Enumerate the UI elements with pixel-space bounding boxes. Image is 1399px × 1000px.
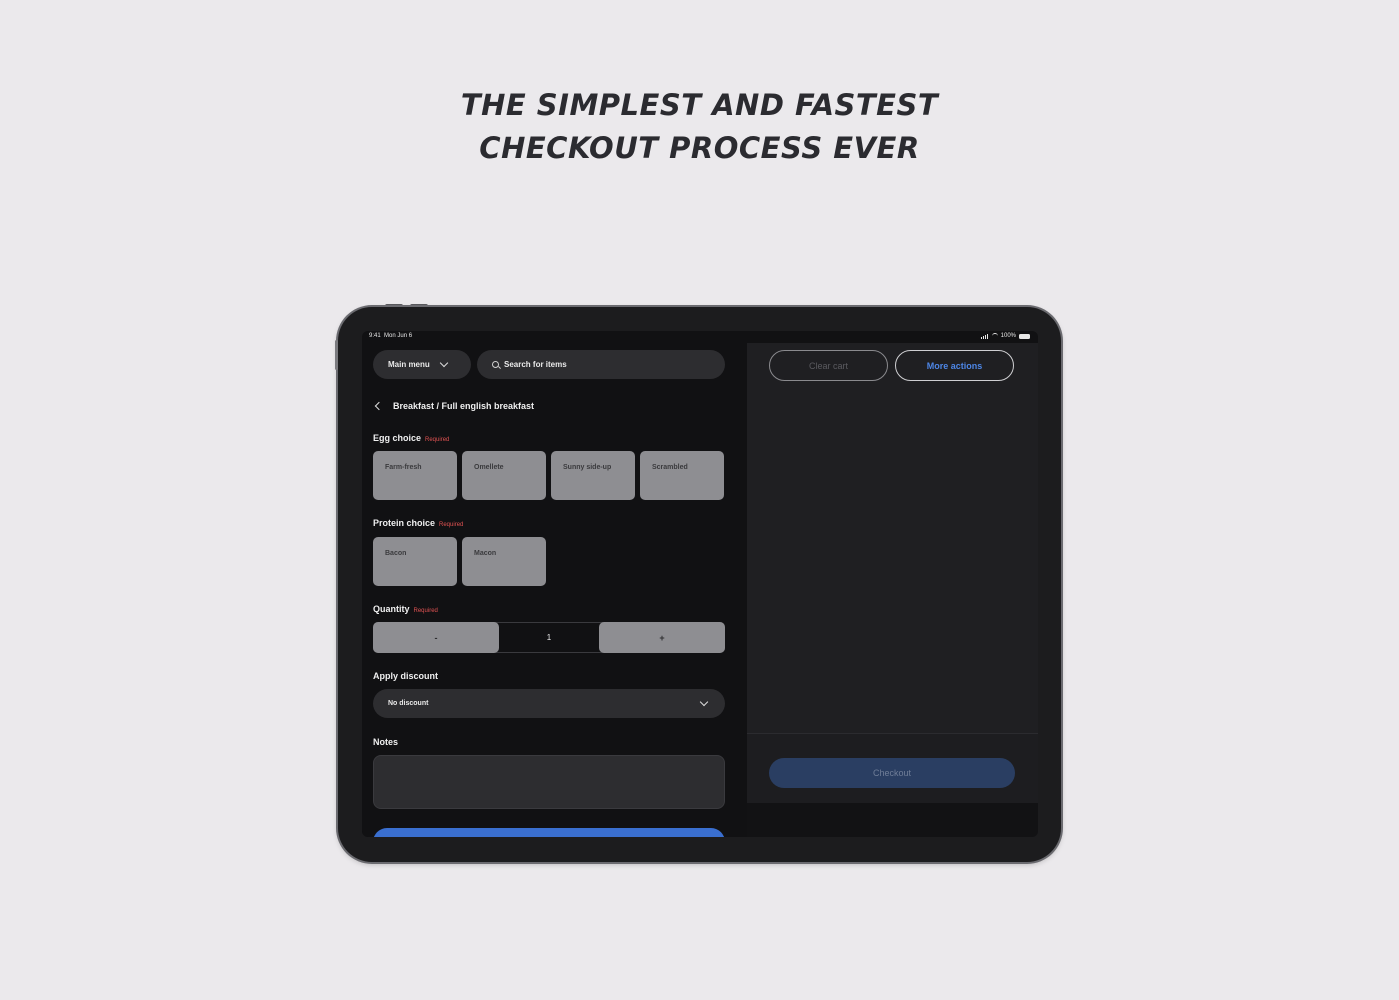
clear-cart-button[interactable]: Clear cart (769, 350, 888, 381)
protein-choice-label: Protein choice Required (373, 518, 464, 528)
option-egg-2[interactable]: Sunny side-up (551, 451, 635, 500)
notes-textarea[interactable] (373, 755, 725, 809)
add-to-cart-button[interactable] (373, 828, 725, 837)
search-placeholder: Search for items (504, 360, 567, 369)
required-badge: Required (439, 522, 464, 528)
discount-selected-value: No discount (388, 700, 429, 707)
headline-line-1: THE SIMPLEST AND FASTEST (460, 88, 939, 122)
status-bar: 9:41 Mon Jun 6 100% (362, 331, 1038, 343)
marketing-headline: THE SIMPLEST AND FASTEST CHECKOUT PROCES… (0, 84, 1399, 170)
headline-line-2: CHECKOUT PROCESS EVER (479, 131, 920, 165)
breadcrumb-text: Breakfast / Full english breakfast (393, 401, 535, 411)
wifi-icon (991, 333, 998, 339)
chevron-down-icon (699, 697, 709, 707)
discount-label: Apply discount (373, 671, 438, 681)
egg-choice-label: Egg choice Required (373, 433, 450, 443)
option-egg-3[interactable]: Scrambled (640, 451, 724, 500)
checkout-button[interactable]: Checkout (769, 758, 1015, 788)
battery-percent: 100% (1000, 333, 1016, 339)
quantity-stepper: - 1 + (373, 622, 725, 653)
search-input[interactable]: Search for items (477, 350, 725, 379)
battery-icon (1019, 333, 1030, 339)
tablet-screen: 9:41 Mon Jun 6 100% Main menu Search for… (362, 331, 1038, 837)
required-badge: Required (425, 437, 450, 443)
main-menu-dropdown[interactable]: Main menu (373, 350, 471, 379)
quantity-decrement-button[interactable]: - (373, 622, 499, 653)
quantity-value[interactable]: 1 (500, 623, 598, 652)
cart-footer (747, 803, 1038, 837)
cart-panel: Clear cart More actions Checkout (747, 343, 1038, 837)
item-detail-panel: Main menu Search for items Breakfast / F… (362, 343, 747, 837)
quantity-increment-button[interactable]: + (599, 622, 725, 653)
main-menu-label: Main menu (388, 360, 430, 369)
required-badge: Required (413, 608, 438, 614)
option-protein-1[interactable]: Macon (462, 537, 546, 586)
more-actions-button[interactable]: More actions (895, 350, 1014, 381)
back-chevron-icon[interactable] (374, 401, 384, 411)
notes-label: Notes (373, 737, 399, 747)
status-time: 9:41 Mon Jun 6 (369, 333, 413, 339)
status-icons: 100% (980, 333, 1030, 339)
device-side-button (335, 340, 338, 370)
breadcrumb: Breakfast / Full english breakfast (373, 399, 534, 413)
option-protein-0[interactable]: Bacon (373, 537, 457, 586)
signal-icon (980, 333, 989, 339)
chevron-down-icon (439, 358, 449, 368)
search-icon (492, 361, 499, 368)
quantity-label: Quantity Required (373, 604, 438, 614)
option-egg-1[interactable]: Omellete (462, 451, 546, 500)
option-egg-0[interactable]: Farm-fresh (373, 451, 457, 500)
discount-select[interactable]: No discount (373, 689, 725, 718)
